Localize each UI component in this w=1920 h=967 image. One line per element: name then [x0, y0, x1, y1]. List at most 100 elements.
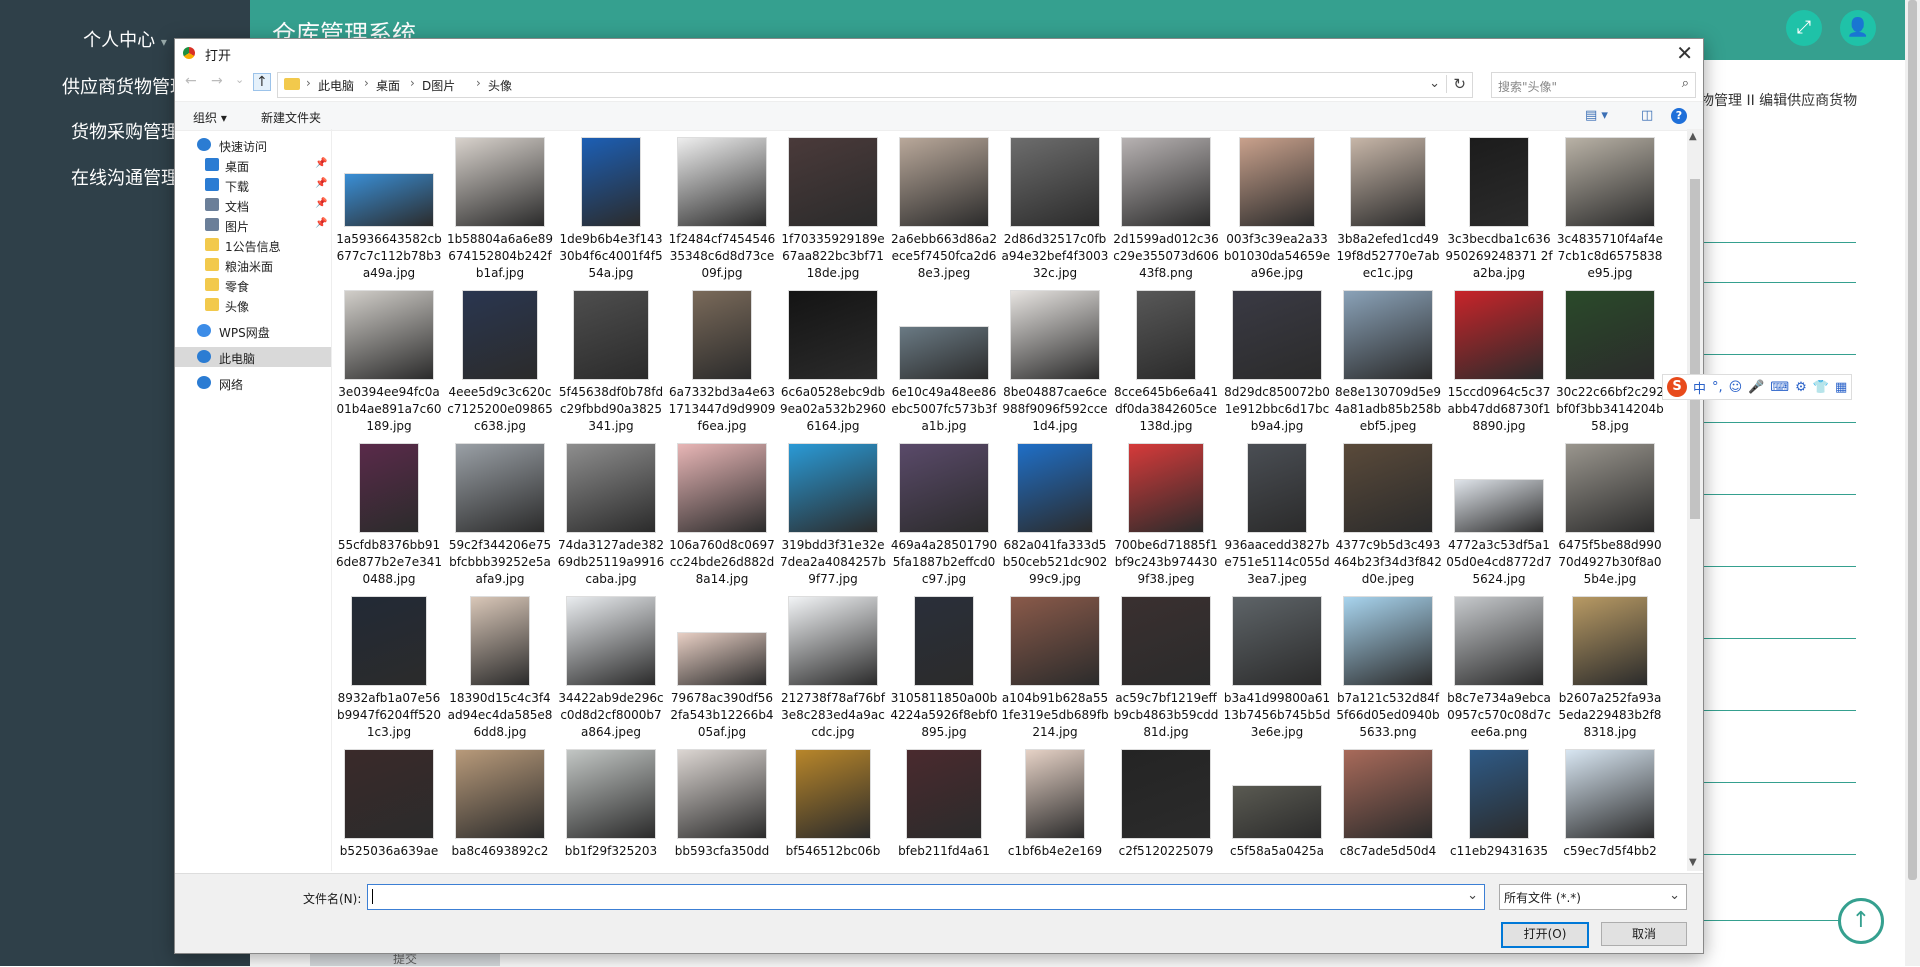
file-item[interactable]: 682a041fa333d5b50ceb521dc90299c9.jpg: [1001, 439, 1109, 592]
file-item[interactable]: c11eb29431635: [1445, 745, 1553, 873]
user-icon[interactable]: 👤: [1840, 10, 1876, 46]
file-item[interactable]: 4eee5d9c3c620cc7125200e09865c638.jpg: [446, 286, 554, 439]
file-item[interactable]: c5f58a5a0425a: [1223, 745, 1331, 873]
file-item[interactable]: ac59c7bf1219effb9cb4863b59cdd81d.jpg: [1112, 592, 1220, 745]
file-item[interactable]: 6475f5be88d99070d4927b30f8a05b4e.jpg: [1556, 439, 1664, 592]
file-item[interactable]: 6a7332bd3a4e631713447d9d9909f6ea.jpg: [668, 286, 776, 439]
ime-logo-icon[interactable]: S: [1667, 377, 1687, 397]
nav-item[interactable]: WPS网盘: [175, 321, 331, 341]
ime-tool-icon[interactable]: 🎤: [1748, 380, 1764, 395]
file-item[interactable]: 700be6d71885f1bf9c243b9744309f38.jpeg: [1112, 439, 1220, 592]
file-list-scrollbar-thumb[interactable]: [1690, 179, 1700, 519]
file-item[interactable]: 1f2484cf745454635348c6d8d73ce09f.jpg: [668, 133, 776, 286]
file-item[interactable]: 2d86d32517c0fba94e32bef4f300332c.jpg: [1001, 133, 1109, 286]
nav-item[interactable]: 粮油米面: [175, 255, 331, 275]
file-item[interactable]: 6c6a0528ebc9db9ea02a532b29606164.jpg: [779, 286, 887, 439]
file-item[interactable]: 8932afb1a07e56b9947f6204ff5201c3.jpg: [335, 592, 443, 745]
file-item[interactable]: 3105811850a00b4224a5926f8ebf0895.jpg: [890, 592, 998, 745]
file-item[interactable]: 1f70335929189e67aa822bc3bf7118de.jpg: [779, 133, 887, 286]
file-item[interactable]: 8cce645b6e6a41df0da3842605ce138d.jpg: [1112, 286, 1220, 439]
back-to-top-icon[interactable]: ↑: [1838, 898, 1884, 944]
nav-item[interactable]: 快速访问: [175, 135, 331, 155]
nav-item[interactable]: 下载 📌: [175, 175, 331, 195]
view-options-icon[interactable]: ▤ ▾: [1585, 108, 1608, 123]
file-type-select[interactable]: 所有文件 (*.*) ⌄: [1499, 884, 1687, 910]
file-item[interactable]: 1de9b6b4e3f14330b4f6c4001f4f554a.jpg: [557, 133, 665, 286]
nav-item[interactable]: 桌面 📌: [175, 155, 331, 175]
page-scrollbar-thumb[interactable]: [1908, 0, 1917, 880]
scroll-up-icon[interactable]: ▲: [1689, 131, 1697, 142]
file-item[interactable]: 2a6ebb663d86a2ece5f7450fca2d68e3.jpeg: [890, 133, 998, 286]
recent-locations-icon[interactable]: ⌄: [235, 73, 244, 86]
breadcrumb-d-pictures[interactable]: D图片: [422, 77, 455, 94]
file-item[interactable]: c1bf6b4e2e169: [1001, 745, 1109, 873]
file-item[interactable]: 8d29dc850072b01e912bbc6d17bcb9a4.jpg: [1223, 286, 1331, 439]
chevron-down-icon[interactable]: ⌄: [1429, 76, 1440, 91]
file-item[interactable]: 212738f78af76bf3e8c283ed4a9accdc.jpg: [779, 592, 887, 745]
file-item[interactable]: 319bdd3f31e32e7dea2a4084257b9f77.jpg: [779, 439, 887, 592]
file-item[interactable]: 106a760d8c0697cc24bde26d882d8a14.jpg: [668, 439, 776, 592]
file-item[interactable]: 3c3becdba1c636950269248371 2fa2ba.jpg: [1445, 133, 1553, 286]
nav-item[interactable]: 头像: [175, 295, 331, 315]
file-item[interactable]: c2f5120225079: [1112, 745, 1220, 873]
ime-tool-icon[interactable]: ⌨: [1770, 380, 1789, 395]
file-item[interactable]: 34422ab9de296cc0d8d2cf8000b7a864.jpeg: [557, 592, 665, 745]
close-icon[interactable]: ✕: [1676, 41, 1693, 65]
organize-menu[interactable]: 组织 ▾: [193, 109, 227, 126]
preview-pane-icon[interactable]: ◫: [1641, 108, 1653, 123]
scroll-down-icon[interactable]: ▼: [1689, 857, 1697, 868]
ime-tool-icon[interactable]: ☺: [1729, 380, 1743, 395]
nav-item[interactable]: 零食: [175, 275, 331, 295]
file-item[interactable]: bb1f29f325203: [557, 745, 665, 873]
file-item[interactable]: b525036a639ae: [335, 745, 443, 873]
file-item[interactable]: 936aacedd3827be751e5114c055d3ea7.jpeg: [1223, 439, 1331, 592]
nav-item[interactable]: 网络: [175, 373, 331, 393]
search-input[interactable]: 搜索"头像" ⌕: [1491, 72, 1696, 98]
cancel-button[interactable]: 取消: [1601, 922, 1687, 946]
file-item[interactable]: b8c7e734a9ebca0957c570c08d7cee6a.png: [1445, 592, 1553, 745]
new-folder-button[interactable]: 新建文件夹: [261, 109, 321, 126]
search-icon[interactable]: ⌕: [1682, 76, 1689, 91]
file-item[interactable]: 469a4a285017905fa1887b2effcd0c97.jpg: [890, 439, 998, 592]
file-item[interactable]: 74da3127ade38269db25119a9916caba.jpg: [557, 439, 665, 592]
file-item[interactable]: 8e8e130709d5e94a81adb85b258bebf5.jpeg: [1334, 286, 1442, 439]
file-item[interactable]: c59ec7d5f4bb2: [1556, 745, 1664, 873]
file-item[interactable]: 18390d15c4c3f4ad94ec4da585e86dd8.jpg: [446, 592, 554, 745]
filename-input[interactable]: ⌄: [367, 884, 1485, 910]
file-item[interactable]: 6e10c49a48ee86ebc5007fc573b3fa1b.jpg: [890, 286, 998, 439]
file-item[interactable]: c8c7ade5d50d4: [1334, 745, 1442, 873]
file-item[interactable]: 55cfdb8376bb916de877b2e7e3410488.jpg: [335, 439, 443, 592]
file-item[interactable]: 3c4835710f4af4e7cb1c8d6575838e95.jpg: [1556, 133, 1664, 286]
file-item[interactable]: 8be04887cae6ce988f9096f592cce1d4.jpg: [1001, 286, 1109, 439]
refresh-icon[interactable]: ↻: [1446, 75, 1466, 93]
file-item[interactable]: 5f45638df0b78fdc29fbbd90a3825341.jpg: [557, 286, 665, 439]
file-item[interactable]: 3e0394ee94fc0a01b4ae891a7c60189.jpg: [335, 286, 443, 439]
breadcrumb-this-pc[interactable]: 此电脑: [318, 77, 354, 94]
file-item[interactable]: 1a5936643582cb677c7c112b78b3a49a.jpg: [335, 133, 443, 286]
nav-item[interactable]: 1公告信息: [175, 235, 331, 255]
forward-arrow-icon[interactable]: →: [211, 73, 223, 89]
ime-tool-icon[interactable]: 👕: [1813, 380, 1829, 395]
file-item[interactable]: 2d1599ad012c36c29e355073d60643f8.png: [1112, 133, 1220, 286]
back-arrow-icon[interactable]: ←: [185, 73, 197, 89]
file-item[interactable]: 79678ac390df562fa543b12266b405af.jpg: [668, 592, 776, 745]
file-item[interactable]: 59c2f344206e75bfcbbb39252e5aafa9.jpg: [446, 439, 554, 592]
ime-tool-icon[interactable]: 中: [1693, 378, 1706, 397]
nav-item[interactable]: 文档 📌: [175, 195, 331, 215]
ime-tool-icon[interactable]: °,: [1712, 380, 1723, 395]
file-item[interactable]: bfeb211fd4a61: [890, 745, 998, 873]
ime-tool-icon[interactable]: ▦: [1835, 380, 1847, 395]
file-item[interactable]: b3a41d99800a6113b7456b745b5d3e6e.jpg: [1223, 592, 1331, 745]
up-folder-icon[interactable]: ↑: [253, 73, 271, 91]
file-item[interactable]: ba8c4693892c2: [446, 745, 554, 873]
chevron-down-icon[interactable]: ⌄: [1467, 888, 1478, 903]
file-item[interactable]: 3b8a2efed1cd4919f8d52770e7abec1c.jpg: [1334, 133, 1442, 286]
breadcrumb-desktop[interactable]: 桌面: [376, 77, 400, 94]
file-item[interactable]: 4772a3c53df5a105d0e4cd8772d75624.jpg: [1445, 439, 1553, 592]
file-item[interactable]: 30c22c66bf2c292bf0f3bb3414204b58.jpg: [1556, 286, 1664, 439]
nav-item[interactable]: 此电脑: [175, 347, 331, 367]
file-item[interactable]: a104b91b628a551fe319e5db689fb214.jpg: [1001, 592, 1109, 745]
nav-item[interactable]: 图片 📌: [175, 215, 331, 235]
help-icon[interactable]: ?: [1671, 108, 1687, 124]
file-item[interactable]: 15ccd0964c5c37abb47dd68730f18890.jpg: [1445, 286, 1553, 439]
